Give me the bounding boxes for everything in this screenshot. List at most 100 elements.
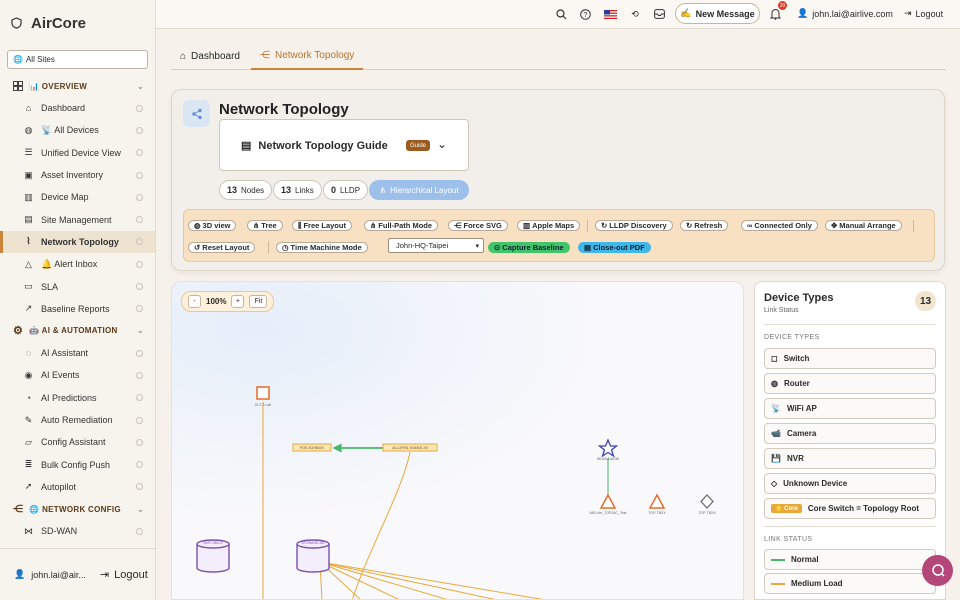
pin-icon[interactable]	[136, 527, 143, 535]
connected-only-button[interactable]: ∞ Connected Only	[741, 220, 818, 231]
legend-link-normal[interactable]: Normal	[764, 549, 936, 570]
sidebar-item-config-assistant[interactable]: ▱ Config Assistant	[0, 431, 155, 453]
footer-user[interactable]: john.lai@air...	[31, 570, 86, 580]
pin-icon[interactable]	[136, 193, 143, 201]
sidebar-item-sla[interactable]: ▭ SLA	[0, 275, 155, 297]
section-overview[interactable]: 📊 OVERVIEW ⌄	[0, 75, 155, 97]
user-icon: 👤	[14, 569, 26, 579]
history-icon[interactable]: ⟲	[629, 8, 641, 20]
topology-canvas[interactable]: OLT-7-Lab POE-SGHB40V ALLOPEN-SG4800-X5 …	[171, 281, 744, 600]
sidebar-item-alert-inbox[interactable]: △ 🔔 Alert Inbox	[0, 253, 155, 275]
pin-icon[interactable]	[136, 305, 143, 313]
hierarchical-layout-button[interactable]: ⋔ Hierarchical Layout	[369, 180, 469, 200]
sidebar-item-dashboard[interactable]: ⌂ Dashboard	[0, 97, 155, 119]
pin-icon[interactable]	[136, 104, 143, 112]
chat-launcher-button[interactable]	[922, 555, 953, 586]
search-icon[interactable]	[555, 8, 567, 20]
sidebar-item-asset-inventory[interactable]: ▣ Asset Inventory	[0, 164, 155, 186]
sidebar-item-label: Device Map	[41, 192, 89, 203]
pin-icon[interactable]	[136, 349, 143, 357]
sidebar-item-all-devices[interactable]: ◍ 📡 All Devices	[0, 119, 155, 141]
pin-icon[interactable]	[136, 394, 143, 402]
sidebar-item-unified-device-view[interactable]: ☰ Unified Device View	[0, 142, 155, 164]
legend-unknown-device[interactable]: ◇ Unknown Device	[764, 473, 936, 494]
legend-nvr[interactable]: 💾 NVR	[764, 448, 936, 469]
sidebar-item-sd-wan[interactable]: ⋈ SD-WAN	[0, 520, 155, 542]
site-select[interactable]: John-HQ-Taipei ▾	[388, 238, 484, 253]
3d-view-button[interactable]: ◍ 3D view	[188, 220, 237, 231]
sidebar-item-ai-events[interactable]: ◉ AI Events	[0, 364, 155, 386]
pin-icon[interactable]	[136, 171, 143, 179]
free-layout-button[interactable]: ⫼ Free Layout	[292, 220, 352, 231]
user-menu[interactable]: 👤 john.lai@airlive.com	[797, 8, 893, 19]
zoom-fit-button[interactable]: Fit	[249, 295, 268, 308]
lldp-discovery-button[interactable]: ↻ LLDP Discovery	[595, 220, 673, 231]
sidebar-item-bulk-config-push[interactable]: ≣ Bulk Config Push	[0, 453, 155, 475]
chevron-down-icon[interactable]: ⌄	[137, 82, 144, 91]
pin-icon[interactable]	[136, 371, 143, 379]
sidebar-item-autopilot[interactable]: ➚ Autopilot	[0, 476, 155, 498]
pin-icon[interactable]	[136, 260, 143, 268]
zoom-in-button[interactable]: +	[231, 295, 245, 308]
force-svg-button[interactable]: ⋲ Force SVG	[448, 220, 508, 231]
chevron-down-icon[interactable]: ⌄	[137, 505, 144, 514]
legend-switch[interactable]: ◻ Switch	[764, 348, 936, 369]
pin-icon[interactable]	[136, 216, 143, 224]
sidebar-item-ai-predictions[interactable]: ◔ AI Predictions	[0, 387, 155, 409]
chevron-down-icon[interactable]: ⌄	[437, 137, 447, 151]
logout-button[interactable]: ⇥ Logout	[904, 8, 943, 19]
site-selector[interactable]: 🌐 All Sites	[7, 50, 148, 69]
tree-button[interactable]: ⋔ Tree	[247, 220, 283, 231]
sidebar-item-network-topology[interactable]: ⌇ Network Topology	[0, 230, 155, 254]
brand[interactable]: AirCore	[0, 0, 155, 46]
diamond-icon: ◇	[771, 479, 778, 488]
legend-link-medium[interactable]: Medium Load	[764, 573, 936, 594]
sidebar-item-label: SLA	[41, 281, 59, 292]
sidebar-item-ai-assistant[interactable]: ◌ AI Assistant	[0, 342, 155, 364]
doc-icon: ▭	[24, 281, 33, 292]
sidebar-item-baseline-reports[interactable]: ↗ Baseline Reports	[0, 298, 155, 320]
hierarchical-layout-label: Hierarchical Layout	[390, 185, 459, 195]
pin-icon[interactable]	[136, 438, 143, 446]
pin-icon[interactable]	[136, 283, 143, 291]
section-network-config[interactable]: ⋲ 🌐 NETWORK CONFIG ⌄	[0, 498, 155, 520]
chevron-down-icon[interactable]: ⌄	[137, 326, 144, 335]
zoom-out-button[interactable]: -	[188, 295, 201, 308]
refresh-button[interactable]: ↻ Refresh	[680, 220, 729, 231]
pin-icon[interactable]	[136, 483, 143, 491]
help-icon[interactable]: ?	[579, 8, 591, 20]
switch-node[interactable]	[256, 386, 270, 400]
tab-dashboard[interactable]: ⌂ Dashboard	[171, 43, 249, 70]
pin-icon[interactable]	[136, 416, 143, 424]
sidebar-item-device-map[interactable]: ▥ Device Map	[0, 186, 155, 208]
bell-icon[interactable]	[769, 8, 781, 20]
tab-label: Network Topology	[275, 50, 355, 61]
tab-network-topology[interactable]: ⋲ Network Topology	[251, 43, 364, 70]
flag-us-icon[interactable]	[603, 8, 617, 20]
pin-icon[interactable]	[136, 238, 143, 246]
reset-layout-button[interactable]: ↺ Reset Layout	[188, 242, 256, 253]
core-tag-text: Core	[784, 506, 798, 512]
legend-router[interactable]: ◍ Router	[764, 373, 936, 394]
pin-icon[interactable]	[136, 461, 143, 469]
logout-icon: ⇥	[904, 8, 912, 18]
refresh-icon: ↻	[601, 221, 608, 230]
topology-guide-accordion[interactable]: ▤ Network Topology Guide Guide ⌄	[219, 119, 469, 171]
legend-camera[interactable]: 📹 Camera	[764, 423, 936, 444]
capture-baseline-button[interactable]: ⊙ Capture Baseline	[488, 242, 570, 253]
time-machine-mode-button[interactable]: ◷ Time Machine Mode	[276, 242, 368, 253]
inbox-icon[interactable]	[653, 8, 665, 20]
apple-maps-button[interactable]: ▥ Apple Maps	[517, 220, 581, 231]
legend-core-switch[interactable]: ⭐ Core Core Switch = Topology Root	[764, 498, 936, 519]
sidebar-item-site-management[interactable]: ▤ Site Management	[0, 208, 155, 230]
sidebar-item-auto-remediation[interactable]: ✎ Auto Remediation	[0, 409, 155, 431]
close-out-pdf-button[interactable]: ▤ Close-out PDF	[578, 242, 651, 253]
legend-wifi-ap[interactable]: 📡 WiFi AP	[764, 398, 936, 419]
section-ai-automation[interactable]: ⚙ 🤖 AI & AUTOMATION ⌄	[0, 320, 155, 342]
footer-logout-button[interactable]: ⇥ Logout	[100, 568, 148, 582]
pin-icon[interactable]	[136, 149, 143, 157]
manual-arrange-button[interactable]: ✥ Manual Arrange	[825, 220, 902, 231]
full-path-mode-button[interactable]: ⋔ Full-Path Mode	[364, 220, 439, 231]
pin-icon[interactable]	[136, 126, 143, 134]
new-message-button[interactable]: ✍ New Message	[675, 3, 760, 24]
